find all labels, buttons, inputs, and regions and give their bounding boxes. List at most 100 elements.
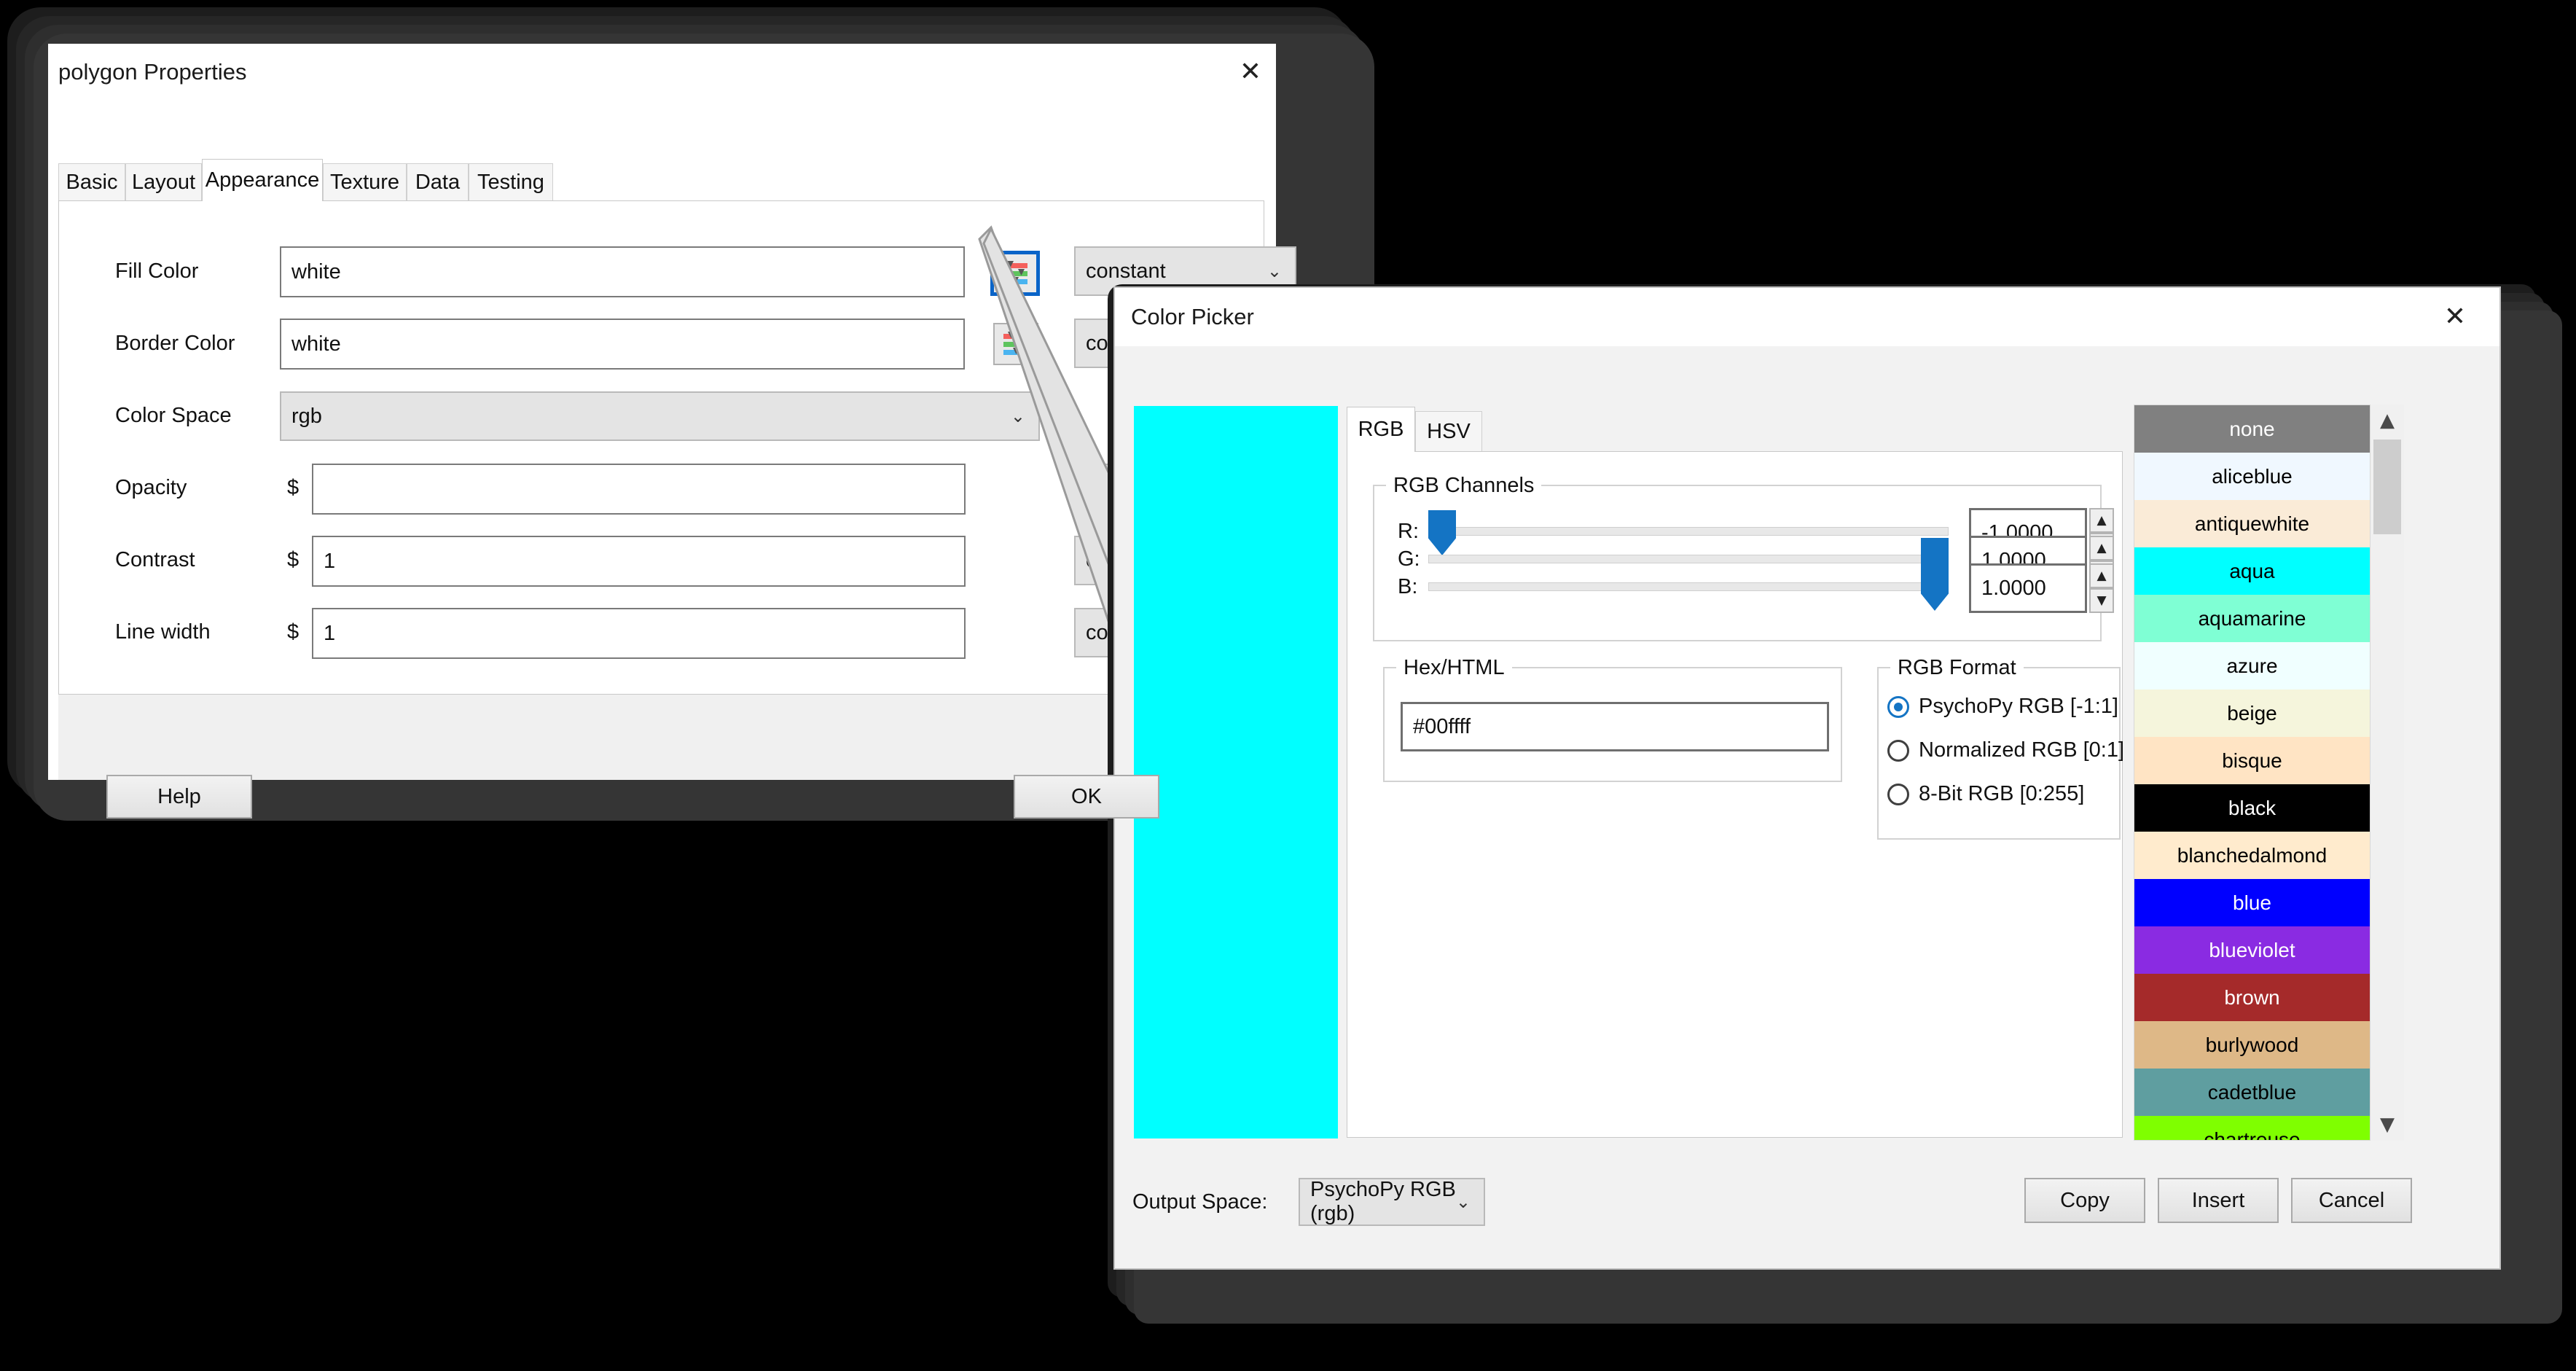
color-name-list[interactable]: none aliceblue antiquewhite aqua aquamar… xyxy=(2134,405,2371,1141)
tab-hsv[interactable]: HSV xyxy=(1415,411,1482,452)
list-item[interactable]: antiquewhite xyxy=(2134,500,2370,547)
hex-input[interactable]: #00ffff xyxy=(1401,702,1829,751)
contrast-value: 1 xyxy=(324,549,336,573)
close-icon[interactable]: ✕ xyxy=(2430,304,2481,330)
spin-up-icon[interactable]: ▲ xyxy=(2089,563,2114,588)
border-color-input[interactable]: white xyxy=(280,319,965,370)
color-name: blueviolet xyxy=(2209,938,2295,961)
list-item[interactable]: black xyxy=(2134,784,2370,832)
radio-dot-icon xyxy=(1887,739,1909,762)
radio-dot-icon xyxy=(1887,783,1909,805)
spin-up-icon[interactable]: ▲ xyxy=(2089,536,2114,560)
properties-tabstrip: Basic Layout Appearance Texture Data Tes… xyxy=(58,159,553,201)
properties-titlebar: polygon Properties ✕ xyxy=(48,44,1276,101)
list-item[interactable]: azure xyxy=(2134,642,2370,690)
list-item[interactable]: brown xyxy=(2134,974,2370,1021)
help-button-label: Help xyxy=(157,784,201,808)
tab-data[interactable]: Data xyxy=(407,163,469,201)
help-button[interactable]: Help xyxy=(106,775,252,819)
chevron-down-icon[interactable]: ▼ xyxy=(2371,1109,2404,1141)
rgb-sliders-icon xyxy=(1003,332,1028,355)
rgb-channels-group-title: RGB Channels xyxy=(1386,474,1542,498)
color-name: black xyxy=(2228,796,2276,819)
fill-color-input[interactable]: white xyxy=(280,246,965,297)
b-channel-spin-arrows: ▲ ▼ xyxy=(2089,563,2114,613)
b-channel-spinbox[interactable]: 1.0000 xyxy=(1969,563,2087,613)
radio-8bit-rgb[interactable]: 8-Bit RGB [0:255] xyxy=(1887,782,2084,806)
output-space-label: Output Space: xyxy=(1132,1190,1268,1214)
tab-label: HSV xyxy=(1427,420,1471,443)
tab-texture[interactable]: Texture xyxy=(323,163,407,201)
opacity-label: Opacity xyxy=(115,476,187,499)
color-name: aqua xyxy=(2229,559,2275,582)
line-width-input[interactable]: 1 xyxy=(312,608,966,659)
r-channel-slider-track[interactable] xyxy=(1428,527,1949,536)
fill-color-picker-button[interactable] xyxy=(990,251,1040,296)
insert-button[interactable]: Insert xyxy=(2158,1178,2279,1223)
contrast-label: Contrast xyxy=(115,548,195,571)
tab-label: Appearance xyxy=(205,168,320,192)
tab-testing[interactable]: Testing xyxy=(469,163,553,201)
radio-psychopy-rgb[interactable]: PsychoPy RGB [-1:1] xyxy=(1887,695,2118,719)
ok-button-label: OK xyxy=(1071,784,1102,808)
list-item[interactable]: burlywood xyxy=(2134,1021,2370,1069)
tab-rgb[interactable]: RGB xyxy=(1347,407,1415,452)
chevron-up-icon[interactable]: ▲ xyxy=(2371,405,2404,437)
radio-normalized-rgb[interactable]: Normalized RGB [0:1] xyxy=(1887,738,2124,762)
list-item[interactable]: blanchedalmond xyxy=(2134,832,2370,879)
tab-appearance[interactable]: Appearance xyxy=(202,159,323,201)
border-color-picker-button[interactable] xyxy=(993,323,1038,365)
list-item[interactable]: aliceblue xyxy=(2134,453,2370,500)
color-space-value: rgb xyxy=(291,404,322,428)
contrast-input[interactable]: 1 xyxy=(312,536,966,587)
hex-html-group-title: Hex/HTML xyxy=(1396,656,1512,680)
chevron-down-icon: ⌄ xyxy=(1010,406,1025,426)
color-picker-window: Color Picker ✕ RGB HSV RGB Channels R: -… xyxy=(1115,288,2499,1268)
radio-label: PsychoPy RGB [-1:1] xyxy=(1919,695,2118,718)
cancel-button[interactable]: Cancel xyxy=(2291,1178,2412,1223)
list-item[interactable]: bisque xyxy=(2134,737,2370,784)
tab-layout[interactable]: Layout xyxy=(125,163,202,201)
color-name: brown xyxy=(2224,985,2280,1009)
copy-button[interactable]: Copy xyxy=(2024,1178,2145,1223)
b-channel-slider-track[interactable] xyxy=(1428,582,1949,591)
list-item[interactable]: aqua xyxy=(2134,547,2370,595)
color-list-scrollbar[interactable]: ▲ ▼ xyxy=(2371,405,2404,1141)
spin-up-icon[interactable]: ▲ xyxy=(2089,508,2114,533)
color-picker-title: Color Picker xyxy=(1131,304,1254,329)
spin-down-icon[interactable]: ▼ xyxy=(2089,588,2114,613)
color-name: azure xyxy=(2226,654,2278,677)
copy-button-label: Copy xyxy=(2060,1188,2110,1212)
color-name: burlywood xyxy=(2205,1033,2299,1056)
color-name: blanchedalmond xyxy=(2177,843,2328,867)
color-name: aquamarine xyxy=(2198,606,2306,630)
fill-color-value: white xyxy=(291,259,341,284)
radio-label: 8-Bit RGB [0:255] xyxy=(1919,782,2085,805)
insert-button-label: Insert xyxy=(2191,1188,2245,1212)
list-item[interactable]: none xyxy=(2134,405,2370,453)
tab-label: Layout xyxy=(131,171,196,194)
border-color-value: white xyxy=(291,332,341,356)
line-width-label: Line width xyxy=(115,620,211,644)
g-channel-slider-track[interactable] xyxy=(1428,555,1949,563)
radio-label: Normalized RGB [0:1] xyxy=(1919,738,2125,762)
tab-basic[interactable]: Basic xyxy=(58,163,125,201)
b-channel-label: B: xyxy=(1398,575,1418,598)
list-item[interactable]: blueviolet xyxy=(2134,926,2370,974)
properties-footer xyxy=(58,695,1264,780)
polygon-properties-window: polygon Properties ✕ Basic Layout Appear… xyxy=(48,44,1296,819)
opacity-input[interactable] xyxy=(312,464,966,515)
list-item[interactable]: beige xyxy=(2134,690,2370,737)
ok-button[interactable]: OK xyxy=(1014,775,1159,819)
list-item[interactable]: chartreuse xyxy=(2134,1116,2370,1140)
contrast-dollar-prefix: $ xyxy=(287,548,300,571)
page-title: polygon Properties xyxy=(58,59,247,85)
scrollbar-thumb[interactable] xyxy=(2373,440,2401,534)
color-name: none xyxy=(2229,417,2275,440)
color-space-dropdown[interactable]: rgb ⌄ xyxy=(280,391,1040,441)
list-item[interactable]: blue xyxy=(2134,879,2370,926)
output-space-dropdown[interactable]: PsychoPy RGB (rgb) ⌄ xyxy=(1299,1178,1485,1226)
list-item[interactable]: cadetblue xyxy=(2134,1069,2370,1116)
list-item[interactable]: aquamarine xyxy=(2134,595,2370,642)
close-icon[interactable]: ✕ xyxy=(1225,59,1276,85)
